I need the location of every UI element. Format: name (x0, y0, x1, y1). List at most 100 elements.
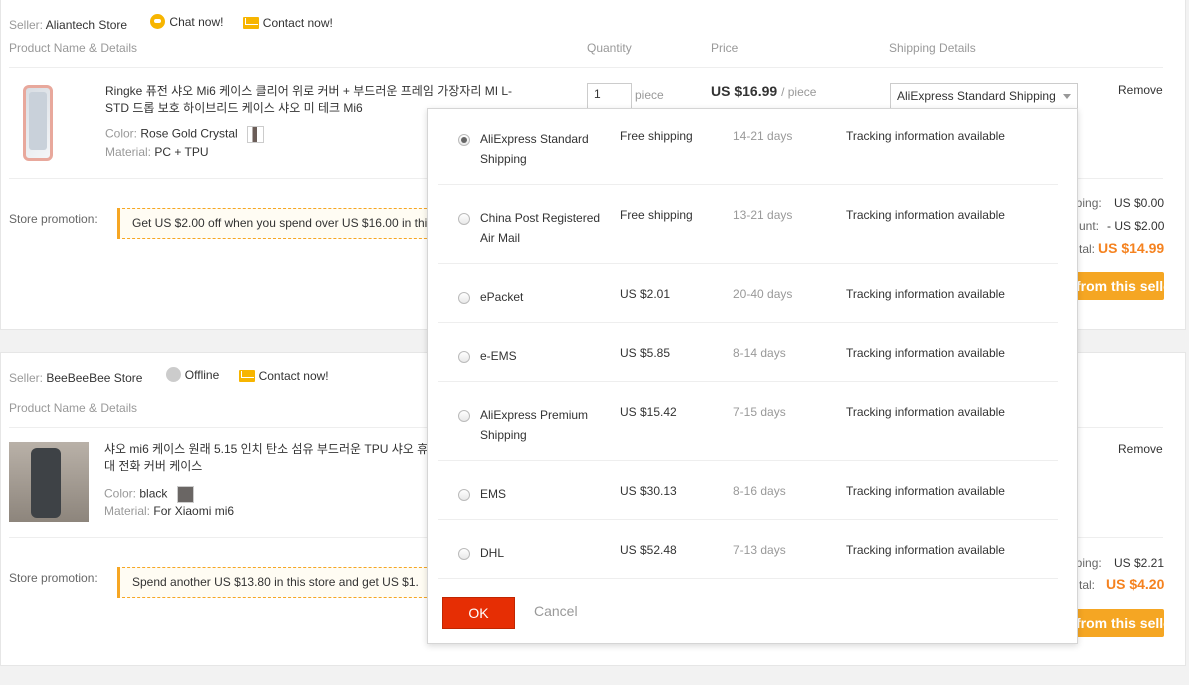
price-value: US $16.99 (711, 83, 778, 99)
offline-label: Offline (184, 367, 220, 382)
summary-discount-value: - US $2.00 (1107, 219, 1165, 233)
summary-discount-label: unt: (1079, 219, 1100, 233)
radio-button-selected[interactable] (458, 134, 470, 146)
product-title-link[interactable]: 샤오 mi6 케이스 원래 5.15 인치 탄소 섬유 부드러운 TPU 샤오 … (104, 441, 434, 475)
option-days: 13-21 days (733, 208, 793, 222)
seller-label: Seller: (9, 371, 44, 385)
radio-button[interactable] (458, 351, 470, 363)
chat-icon (150, 14, 166, 29)
summary-total-label: tal: (1079, 242, 1096, 256)
option-cost: US $30.13 (620, 484, 677, 498)
option-days: 20-40 days (733, 287, 793, 301)
option-cost: US $2.01 (620, 287, 671, 301)
unit-price: US $16.99 / piece (711, 83, 816, 99)
color-label: Color: (105, 126, 138, 141)
radio-button[interactable] (458, 292, 470, 304)
header-divider (9, 67, 1163, 68)
shipping-options-dropdown: AliExpress Standard Shipping Free shippi… (427, 108, 1078, 644)
option-name: e-EMS (480, 349, 517, 363)
option-days: 7-15 days (733, 405, 786, 419)
seller-name-link[interactable]: BeeBeeBee Store (46, 371, 142, 385)
offline-status: Offline (165, 367, 220, 382)
ok-button[interactable]: OK (442, 597, 515, 629)
option-cost: US $5.85 (620, 346, 671, 360)
product-color: Color: black (104, 486, 194, 503)
option-cost: US $15.42 (620, 405, 677, 419)
color-swatch (176, 486, 194, 503)
option-days: 14-21 days (733, 129, 793, 143)
product-thumbnail[interactable] (11, 83, 89, 161)
option-cost: Free shipping (620, 129, 693, 143)
header-quantity: Quantity (587, 41, 632, 55)
color-label: Color: (104, 486, 137, 501)
seller-line: Seller: BeeBeeBee Store Offline Contact … (9, 367, 329, 385)
promotion-label: Store promotion: (9, 212, 98, 226)
option-tracking: Tracking information available (846, 129, 1005, 143)
promotion-box: Get US $2.00 off when you spend over US … (117, 208, 437, 239)
seller-line: Seller: Aliantech Store Chat now! Contac… (9, 14, 333, 32)
mail-icon (242, 17, 259, 29)
option-cost: US $52.48 (620, 543, 677, 557)
summary-total-value: US $4.20 (1106, 576, 1165, 592)
chat-now-label: Chat now! (169, 14, 224, 29)
option-days: 7-13 days (733, 543, 786, 557)
quantity-unit: piece (635, 88, 664, 102)
header-price: Price (711, 41, 739, 55)
header-product: Product Name & Details (9, 41, 138, 55)
radio-button[interactable] (458, 548, 470, 560)
material-value: PC + TPU (154, 145, 209, 159)
header-product: Product Name & Details (9, 401, 138, 415)
option-tracking: Tracking information available (846, 405, 1005, 419)
offline-icon (165, 367, 181, 382)
seller-label: Seller: (9, 18, 44, 32)
quantity-input[interactable]: 1 (587, 83, 632, 109)
option-cost: Free shipping (620, 208, 693, 222)
shipping-option-row[interactable]: AliExpress Premium Shipping US $15.42 7-… (438, 385, 1058, 461)
option-name: AliExpress Standard Shipping (480, 132, 589, 166)
option-tracking: Tracking information available (846, 287, 1005, 301)
radio-button[interactable] (458, 489, 470, 501)
black-case-image (31, 448, 61, 518)
remove-link[interactable]: Remove (1118, 83, 1163, 97)
option-name: DHL (480, 546, 505, 560)
material-value: For Xiaomi mi6 (153, 504, 235, 518)
summary-shipping-value: US $2.21 (1114, 556, 1165, 570)
promotion-label: Store promotion: (9, 571, 98, 585)
radio-button[interactable] (458, 410, 470, 422)
seller-name-link[interactable]: Aliantech Store (46, 18, 127, 32)
contact-now-label: Contact now! (258, 369, 329, 383)
contact-now-link[interactable]: Contact now! (238, 369, 329, 383)
cancel-button[interactable]: Cancel (534, 603, 578, 619)
option-name: EMS (480, 487, 507, 501)
color-value: black (139, 486, 168, 501)
shipping-method-select[interactable]: AliExpress Standard Shipping (890, 83, 1078, 109)
shipping-option-row[interactable]: AliExpress Standard Shipping Free shippi… (438, 109, 1058, 185)
shipping-option-row[interactable]: ePacket US $2.01 20-40 days Tracking inf… (438, 267, 1058, 323)
phone-case-image (23, 85, 53, 161)
color-value: Rose Gold Crystal (140, 126, 238, 141)
option-days: 8-14 days (733, 346, 786, 360)
shipping-option-row[interactable]: e-EMS US $5.85 8-14 days Tracking inform… (438, 326, 1058, 382)
product-color: Color: Rose Gold Crystal (105, 126, 265, 143)
material-label: Material: (104, 504, 151, 518)
material-label: Material: (105, 145, 152, 159)
shipping-option-row[interactable]: EMS US $30.13 8-16 days Tracking informa… (438, 464, 1058, 520)
option-tracking: Tracking information available (846, 543, 1005, 557)
option-name: China Post Registered Air Mail (480, 211, 601, 245)
shipping-option-row[interactable]: China Post Registered Air Mail Free ship… (438, 188, 1058, 264)
chat-now-link[interactable]: Chat now! (150, 14, 223, 29)
product-thumbnail[interactable] (9, 442, 89, 522)
price-unit: / piece (781, 85, 817, 99)
shipping-option-row[interactable]: DHL US $52.48 7-13 days Tracking informa… (438, 523, 1058, 579)
summary-total-label: tal: (1079, 578, 1096, 592)
contact-now-label: Contact now! (262, 16, 333, 30)
option-tracking: Tracking information available (846, 208, 1005, 222)
contact-now-link[interactable]: Contact now! (242, 16, 333, 30)
option-name: ePacket (480, 290, 524, 304)
radio-button[interactable] (458, 213, 470, 225)
promotion-box: Spend another US $13.80 in this store an… (117, 567, 437, 598)
option-name: AliExpress Premium Shipping (480, 408, 589, 442)
summary-shipping-value: US $0.00 (1114, 196, 1165, 210)
remove-link[interactable]: Remove (1118, 442, 1163, 456)
option-tracking: Tracking information available (846, 484, 1005, 498)
